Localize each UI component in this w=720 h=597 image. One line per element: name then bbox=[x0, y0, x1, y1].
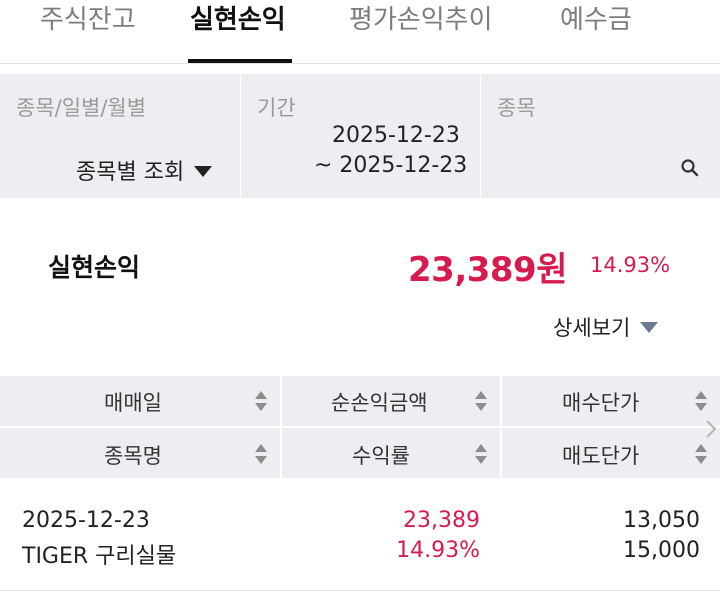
header-row-divider bbox=[0, 426, 720, 428]
sort-icon[interactable] bbox=[475, 444, 487, 466]
header-stock-name[interactable]: 종목명 bbox=[104, 440, 162, 470]
net-profit: 23,389 bbox=[403, 508, 480, 533]
caret-down-icon bbox=[640, 321, 659, 333]
filter-type-value: 종목별 조회 bbox=[76, 160, 185, 185]
filter-type-select[interactable]: 종목별 조회 bbox=[76, 154, 213, 186]
period-start-date[interactable]: 2025-12-23 bbox=[332, 123, 460, 148]
row-divider bbox=[0, 590, 720, 591]
tab-bar-divider bbox=[0, 63, 720, 64]
filter-stock-label: 종목 bbox=[497, 96, 536, 120]
trade-date: 2025-12-23 bbox=[22, 508, 150, 533]
tab-valuation-trend[interactable]: 평가손익추이 bbox=[349, 0, 493, 64]
header-col-divider bbox=[500, 376, 502, 478]
realized-pnl-rate: 14.93% bbox=[590, 253, 671, 277]
header-sell-price[interactable]: 매도단가 bbox=[562, 440, 639, 470]
sell-price: 15,000 bbox=[623, 538, 700, 563]
header-col-divider bbox=[280, 376, 282, 478]
chevron-right-icon[interactable] bbox=[704, 418, 718, 440]
search-icon[interactable] bbox=[680, 158, 700, 178]
filter-period-label: 기간 bbox=[257, 96, 296, 120]
sort-icon[interactable] bbox=[475, 391, 487, 413]
header-return-rate[interactable]: 수익률 bbox=[352, 440, 410, 470]
buy-price: 13,050 bbox=[623, 508, 700, 533]
realized-pnl-title: 실현손익 bbox=[48, 253, 141, 282]
filter-divider bbox=[480, 74, 481, 198]
period-end-date[interactable]: ~ 2025-12-23 bbox=[314, 153, 467, 178]
return-rate: 14.93% bbox=[396, 538, 480, 563]
header-buy-price[interactable]: 매수단가 bbox=[562, 387, 639, 417]
detail-toggle-button[interactable]: 상세보기 bbox=[553, 312, 659, 342]
tab-stock-balance[interactable]: 주식잔고 bbox=[40, 0, 136, 64]
header-net-profit[interactable]: 순손익금액 bbox=[331, 387, 428, 417]
sort-icon[interactable] bbox=[695, 444, 707, 466]
filter-divider bbox=[240, 74, 241, 198]
sort-icon[interactable] bbox=[255, 444, 267, 466]
sort-icon[interactable] bbox=[255, 391, 267, 413]
stock-name: TIGER 구리실물 bbox=[22, 544, 177, 569]
tab-deposit[interactable]: 예수금 bbox=[560, 0, 632, 64]
tab-realized-pnl[interactable]: 실현손익 bbox=[190, 0, 286, 64]
sort-icon[interactable] bbox=[695, 391, 707, 413]
tab-bar: 주식잔고 실현손익 평가손익추이 예수금 bbox=[0, 0, 720, 64]
table-row[interactable]: 2025-12-23 TIGER 구리실물 23,389 14.93% 13,0… bbox=[0, 478, 720, 590]
header-trade-date[interactable]: 매매일 bbox=[104, 387, 162, 417]
filter-type-label: 종목/일별/월별 bbox=[16, 96, 147, 120]
caret-down-icon bbox=[194, 165, 213, 177]
detail-label: 상세보기 bbox=[553, 316, 631, 340]
realized-pnl-amount: 23,389원 bbox=[408, 250, 567, 290]
